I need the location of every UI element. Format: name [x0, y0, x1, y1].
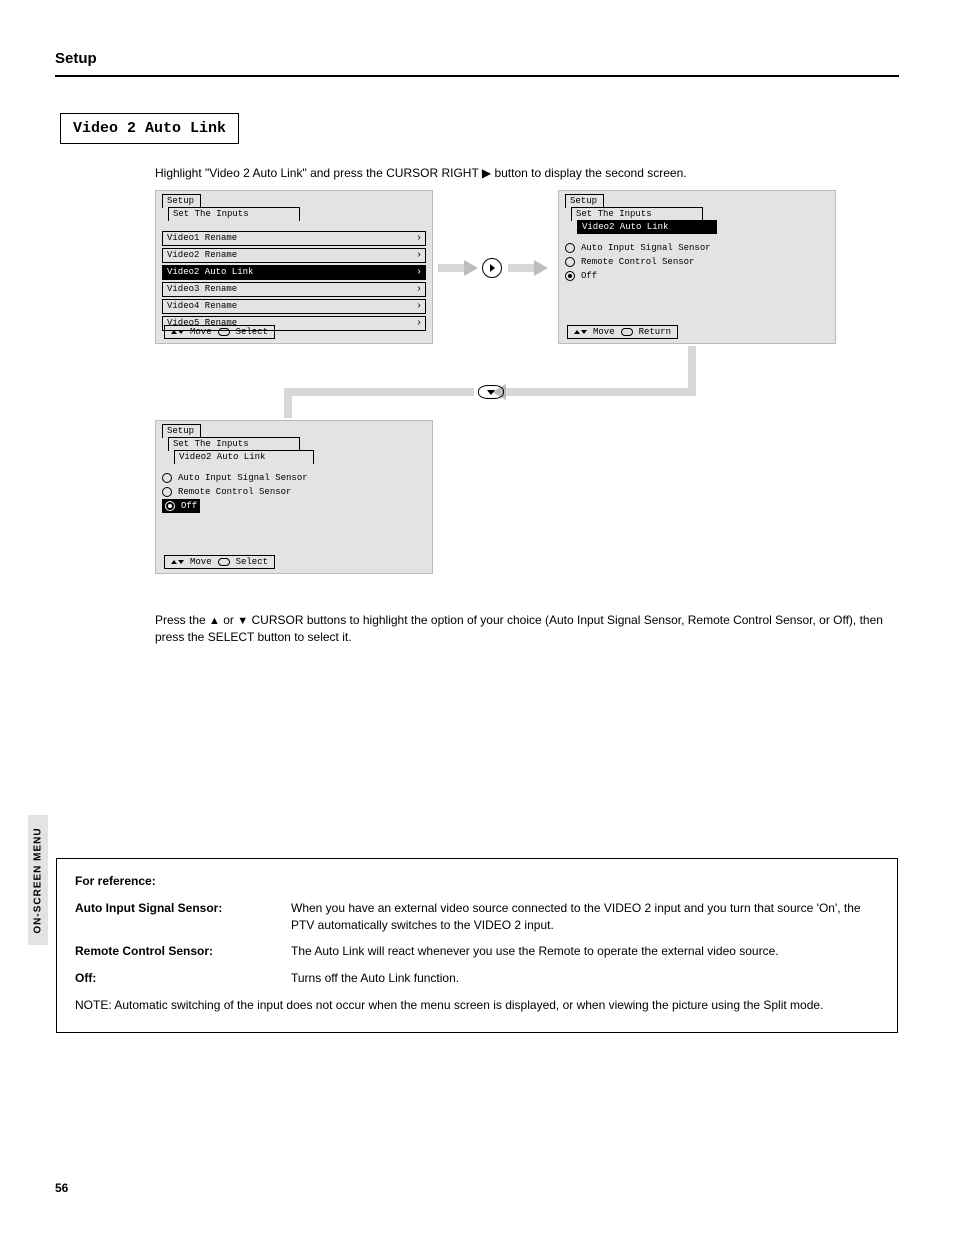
osd-tab-setup[interactable]: Setup: [162, 194, 201, 208]
select-ring-icon: [218, 328, 230, 336]
arrow-right-icon: [508, 263, 548, 273]
radio-icon: [565, 243, 575, 253]
updown-icon: [574, 326, 587, 338]
reference-row: Off: Turns off the Auto Link function.: [75, 970, 879, 987]
connector: [284, 388, 474, 396]
connector: [512, 388, 696, 396]
osd-footer: Move Select: [164, 555, 275, 569]
cursor-down-button-icon: [478, 385, 504, 399]
reference-desc: When you have an external video source c…: [291, 900, 879, 934]
updown-icon: [171, 326, 184, 338]
osd-footer-move: Move: [593, 326, 615, 338]
reference-title: For reference:: [75, 873, 879, 890]
arrow-right-icon: [438, 263, 478, 273]
select-ring-icon: [218, 558, 230, 566]
page-header: Setup: [55, 50, 97, 67]
osd-item-video2-rename[interactable]: Video2 Rename›: [162, 248, 426, 263]
radio-icon: [162, 473, 172, 483]
osd-item-video4-rename[interactable]: Video4 Rename›: [162, 299, 426, 314]
osd-item-video1-rename[interactable]: Video1 Rename›: [162, 231, 426, 246]
cursor-right-button-icon: [482, 258, 502, 278]
osd-tab-video2-auto-link[interactable]: Video2 Auto Link: [174, 450, 314, 464]
osd-tab-set-inputs[interactable]: Set The Inputs: [168, 207, 300, 221]
option-auto-input-sensor[interactable]: Auto Input Signal Sensor: [162, 471, 426, 485]
reference-row: Remote Control Sensor: The Auto Link wil…: [75, 943, 879, 960]
osd-tab-set-inputs[interactable]: Set The Inputs: [168, 437, 300, 451]
osd-footer: Move Select: [164, 325, 275, 339]
osd-footer-move: Move: [190, 556, 212, 568]
triangle-down-icon: ▼: [237, 615, 248, 627]
updown-icon: [171, 556, 184, 568]
option-off[interactable]: Off: [565, 269, 829, 283]
osd-panel-autolink: Setup Set The Inputs Video2 Auto Link Au…: [558, 190, 836, 344]
osd-panel-inputs-list: Setup Set The Inputs Video1 Rename› Vide…: [155, 190, 433, 344]
connector: [688, 346, 696, 388]
osd-panel-autolink-highlighted: Setup Set The Inputs Video2 Auto Link Au…: [155, 420, 433, 574]
option-remote-control-sensor[interactable]: Remote Control Sensor: [162, 485, 426, 499]
side-tab: ON-SCREEN MENU: [28, 815, 48, 945]
radio-icon: [165, 501, 175, 511]
side-tab-label: ON-SCREEN MENU: [33, 827, 44, 933]
reference-term: Auto Input Signal Sensor:: [75, 900, 275, 934]
reference-note: NOTE: Automatic switching of the input d…: [75, 997, 879, 1014]
osd-footer-select: Select: [236, 326, 268, 338]
instruction-bottom: Press the ▲ or ▼ CURSOR buttons to highl…: [155, 612, 894, 645]
radio-icon: [162, 487, 172, 497]
osd-tab-set-inputs[interactable]: Set The Inputs: [571, 207, 703, 221]
reference-term: Off:: [75, 970, 275, 987]
select-ring-icon: [621, 328, 633, 336]
osd-footer-move: Move: [190, 326, 212, 338]
reference-desc: The Auto Link will react whenever you us…: [291, 943, 779, 960]
header-rule: [55, 75, 899, 77]
osd-footer: Move Return: [567, 325, 678, 339]
option-auto-input-sensor[interactable]: Auto Input Signal Sensor: [565, 241, 829, 255]
option-off[interactable]: Off: [162, 499, 200, 513]
reference-term: Remote Control Sensor:: [75, 943, 275, 960]
instruction-top: Highlight "Video 2 Auto Link" and press …: [155, 165, 894, 181]
chevron-right-icon: ›: [416, 300, 422, 313]
radio-icon: [565, 257, 575, 267]
osd-item-video3-rename[interactable]: Video3 Rename›: [162, 282, 426, 297]
page-number: 56: [55, 1181, 68, 1195]
osd-footer-return: Return: [639, 326, 671, 338]
chevron-right-icon: ›: [416, 232, 422, 245]
chevron-right-icon: ›: [416, 266, 422, 279]
osd-footer-select: Select: [236, 556, 268, 568]
reference-row: Auto Input Signal Sensor: When you have …: [75, 900, 879, 934]
reference-desc: Turns off the Auto Link function.: [291, 970, 459, 987]
option-remote-control-sensor[interactable]: Remote Control Sensor: [565, 255, 829, 269]
osd-tab-setup[interactable]: Setup: [162, 424, 201, 438]
chevron-right-icon: ›: [416, 249, 422, 262]
reference-box: For reference: Auto Input Signal Sensor:…: [56, 858, 898, 1033]
radio-icon: [565, 271, 575, 281]
connector: [284, 388, 292, 418]
osd-tab-setup[interactable]: Setup: [565, 194, 604, 208]
chevron-right-icon: ›: [416, 283, 422, 296]
osd-tab-video2-auto-link[interactable]: Video2 Auto Link: [577, 220, 717, 234]
triangle-up-icon: ▲: [209, 615, 220, 627]
osd-item-video2-auto-link[interactable]: Video2 Auto Link›: [162, 265, 426, 280]
section-title: Video 2 Auto Link: [60, 113, 239, 144]
chevron-right-icon: ›: [416, 317, 422, 330]
